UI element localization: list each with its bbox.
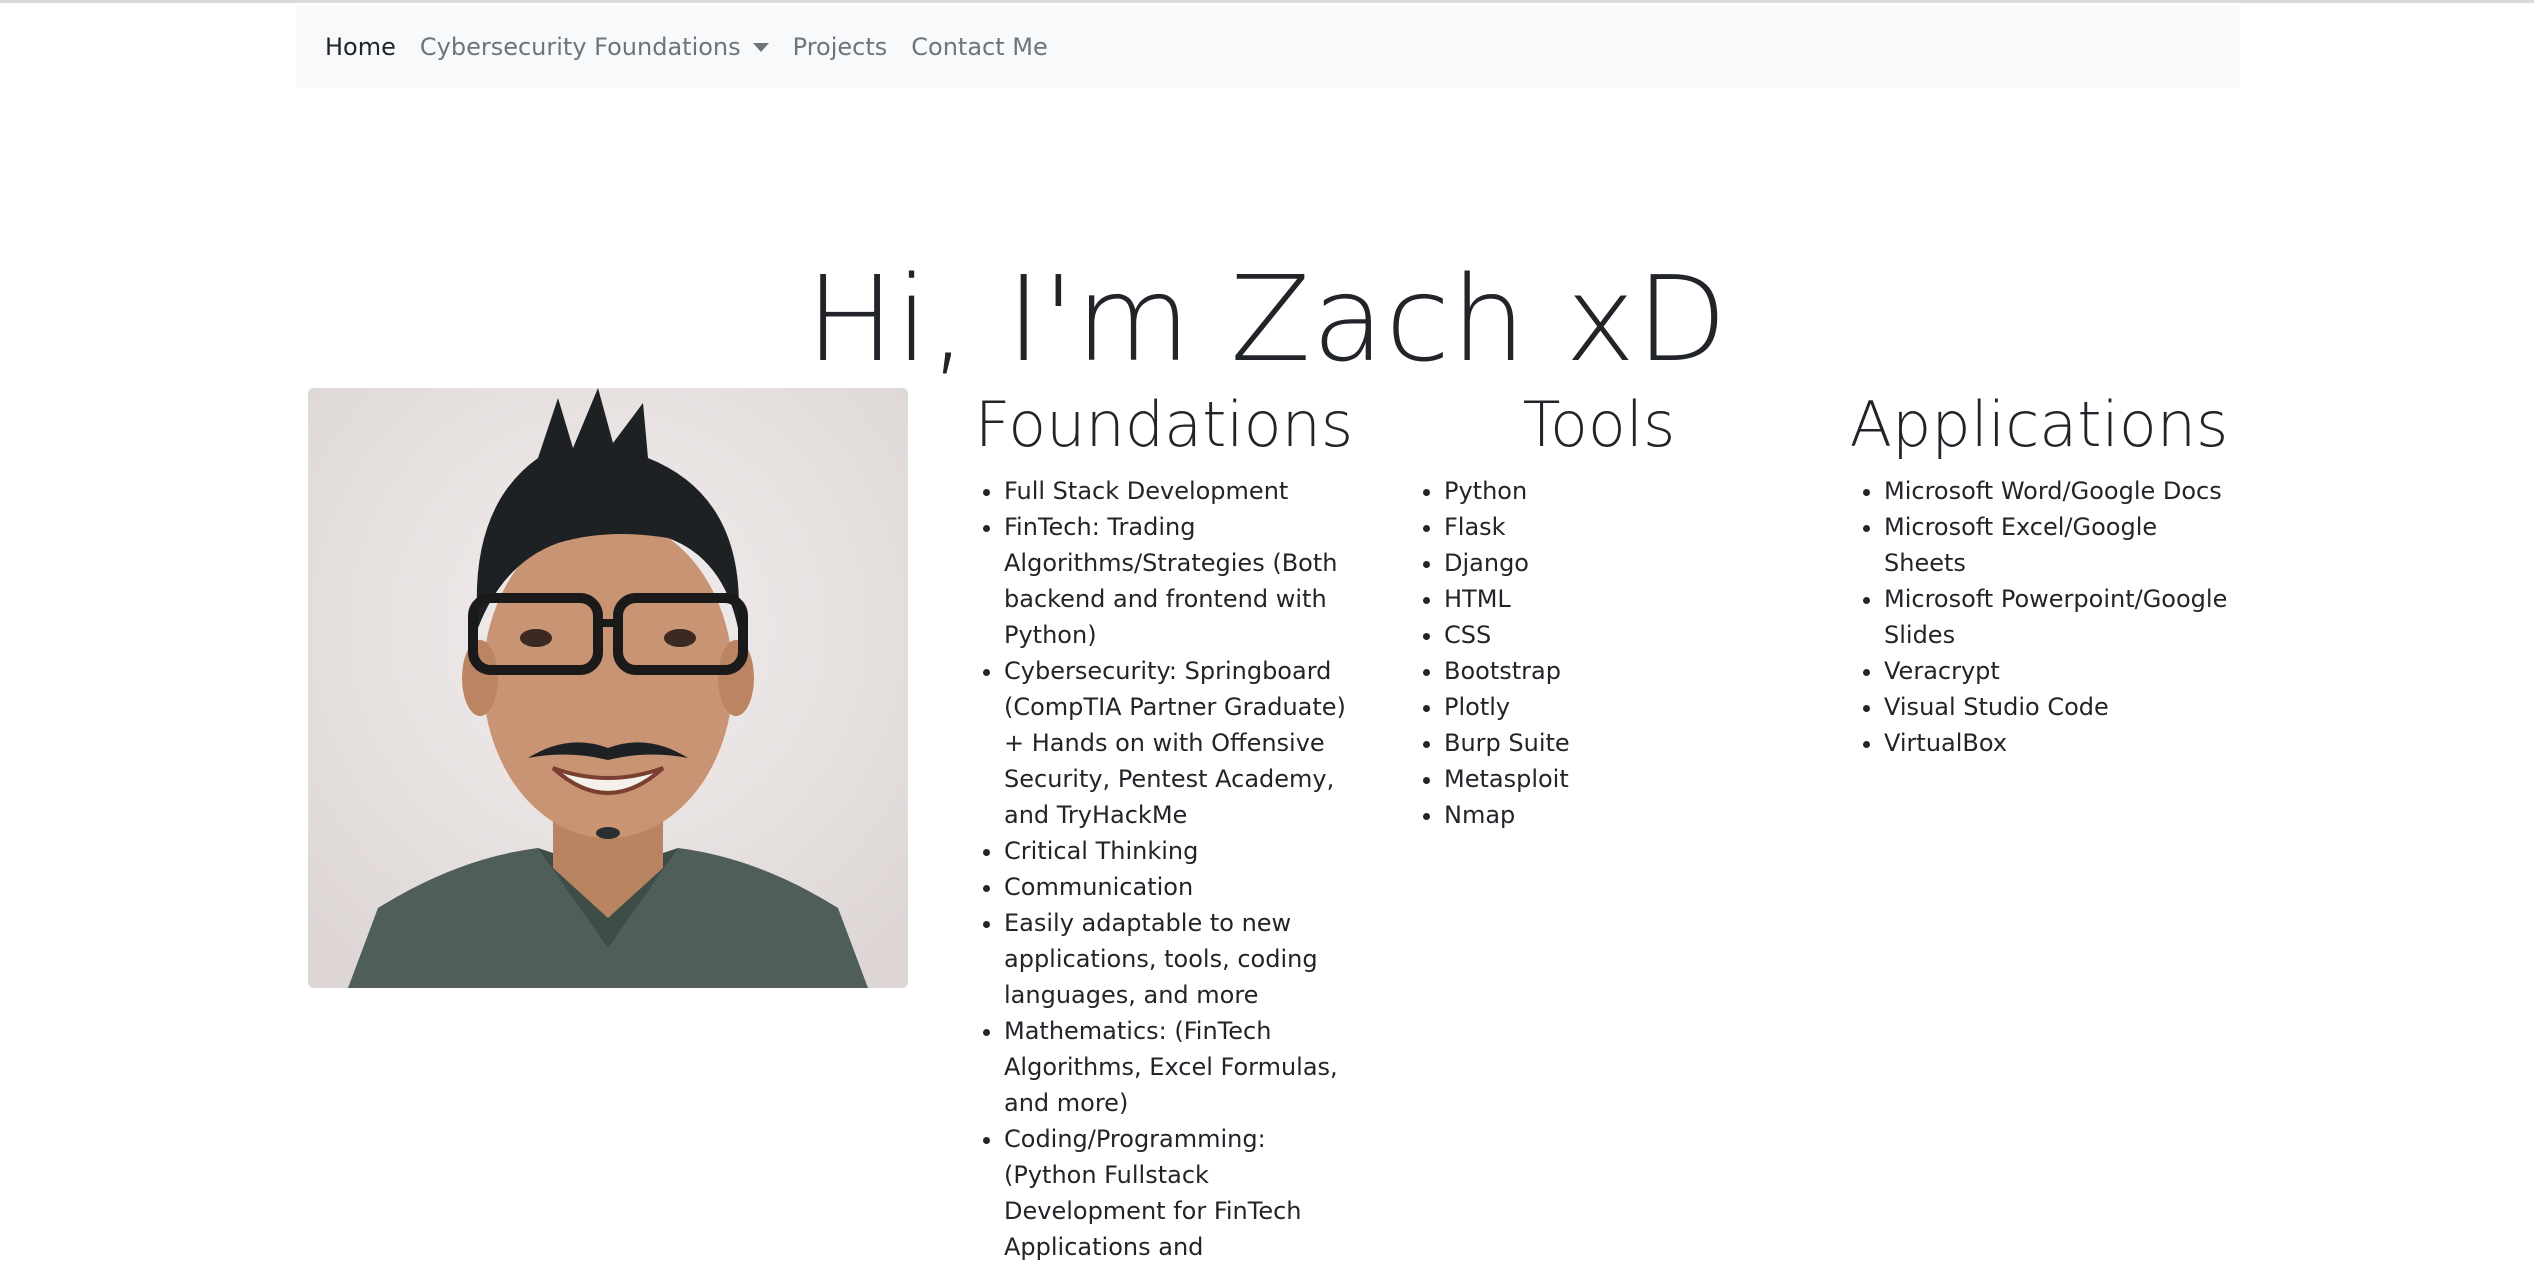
list-item: Coding/Programming: (Python Fullstack De… [1004, 1121, 1364, 1265]
nav-home-link[interactable]: Home [325, 33, 396, 61]
applications-section: Applications Microsoft Word/Google Docs … [1844, 385, 2234, 761]
list-item: VirtualBox [1884, 725, 2234, 761]
list-item: Python [1444, 473, 1794, 509]
list-item: Microsoft Excel/Google Sheets [1884, 509, 2234, 581]
tools-section: Tools Python Flask Django HTML CSS Boots… [1404, 385, 1794, 833]
list-item: Metasploit [1444, 761, 1794, 797]
browser-top-border [0, 0, 2534, 3]
navbar: Home Cybersecurity Foundations Projects … [296, 6, 2240, 88]
caret-down-icon [752, 42, 769, 52]
list-item: Nmap [1444, 797, 1794, 833]
list-item: Easily adaptable to new applications, to… [1004, 905, 1364, 1013]
page-title: Hi, I'm Zach xD [805, 250, 1729, 389]
list-item: Visual Studio Code [1884, 689, 2234, 725]
list-item: Django [1444, 545, 1794, 581]
tools-list: Python Flask Django HTML CSS Bootstrap P… [1404, 473, 1794, 833]
list-item: Burp Suite [1444, 725, 1794, 761]
list-item: Communication [1004, 869, 1364, 905]
nav-projects-link[interactable]: Projects [793, 33, 888, 61]
nav-cybersecurity-label: Cybersecurity Foundations [419, 33, 741, 61]
nav-cybersecurity-dropdown[interactable]: Cybersecurity Foundations [420, 33, 769, 61]
tools-heading: Tools [1522, 388, 1676, 461]
foundations-section: Foundations Full Stack Development FinTe… [964, 385, 1364, 1265]
list-item: Microsoft Powerpoint/Google Slides [1884, 581, 2234, 653]
list-item: FinTech: Trading Algorithms/Strategies (… [1004, 509, 1364, 653]
list-item: Plotly [1444, 689, 1794, 725]
foundations-list: Full Stack Development FinTech: Trading … [964, 473, 1364, 1265]
list-item: Full Stack Development [1004, 473, 1364, 509]
list-item: Veracrypt [1884, 653, 2234, 689]
profile-photo [308, 388, 908, 988]
applications-list: Microsoft Word/Google Docs Microsoft Exc… [1844, 473, 2234, 761]
list-item: CSS [1444, 617, 1794, 653]
list-item: Critical Thinking [1004, 833, 1364, 869]
list-item: Microsoft Word/Google Docs [1884, 473, 2234, 509]
applications-heading: Applications [1849, 388, 2229, 461]
list-item: Flask [1444, 509, 1794, 545]
foundations-heading: Foundations [974, 388, 1354, 461]
list-item: Bootstrap [1444, 653, 1794, 689]
nav-contact-link[interactable]: Contact Me [911, 33, 1047, 61]
list-item: HTML [1444, 581, 1794, 617]
list-item: Mathematics: (FinTech Algorithms, Excel … [1004, 1013, 1364, 1121]
list-item: Cybersecurity: Springboard (CompTIA Part… [1004, 653, 1364, 833]
profile-photo-image [308, 388, 908, 988]
